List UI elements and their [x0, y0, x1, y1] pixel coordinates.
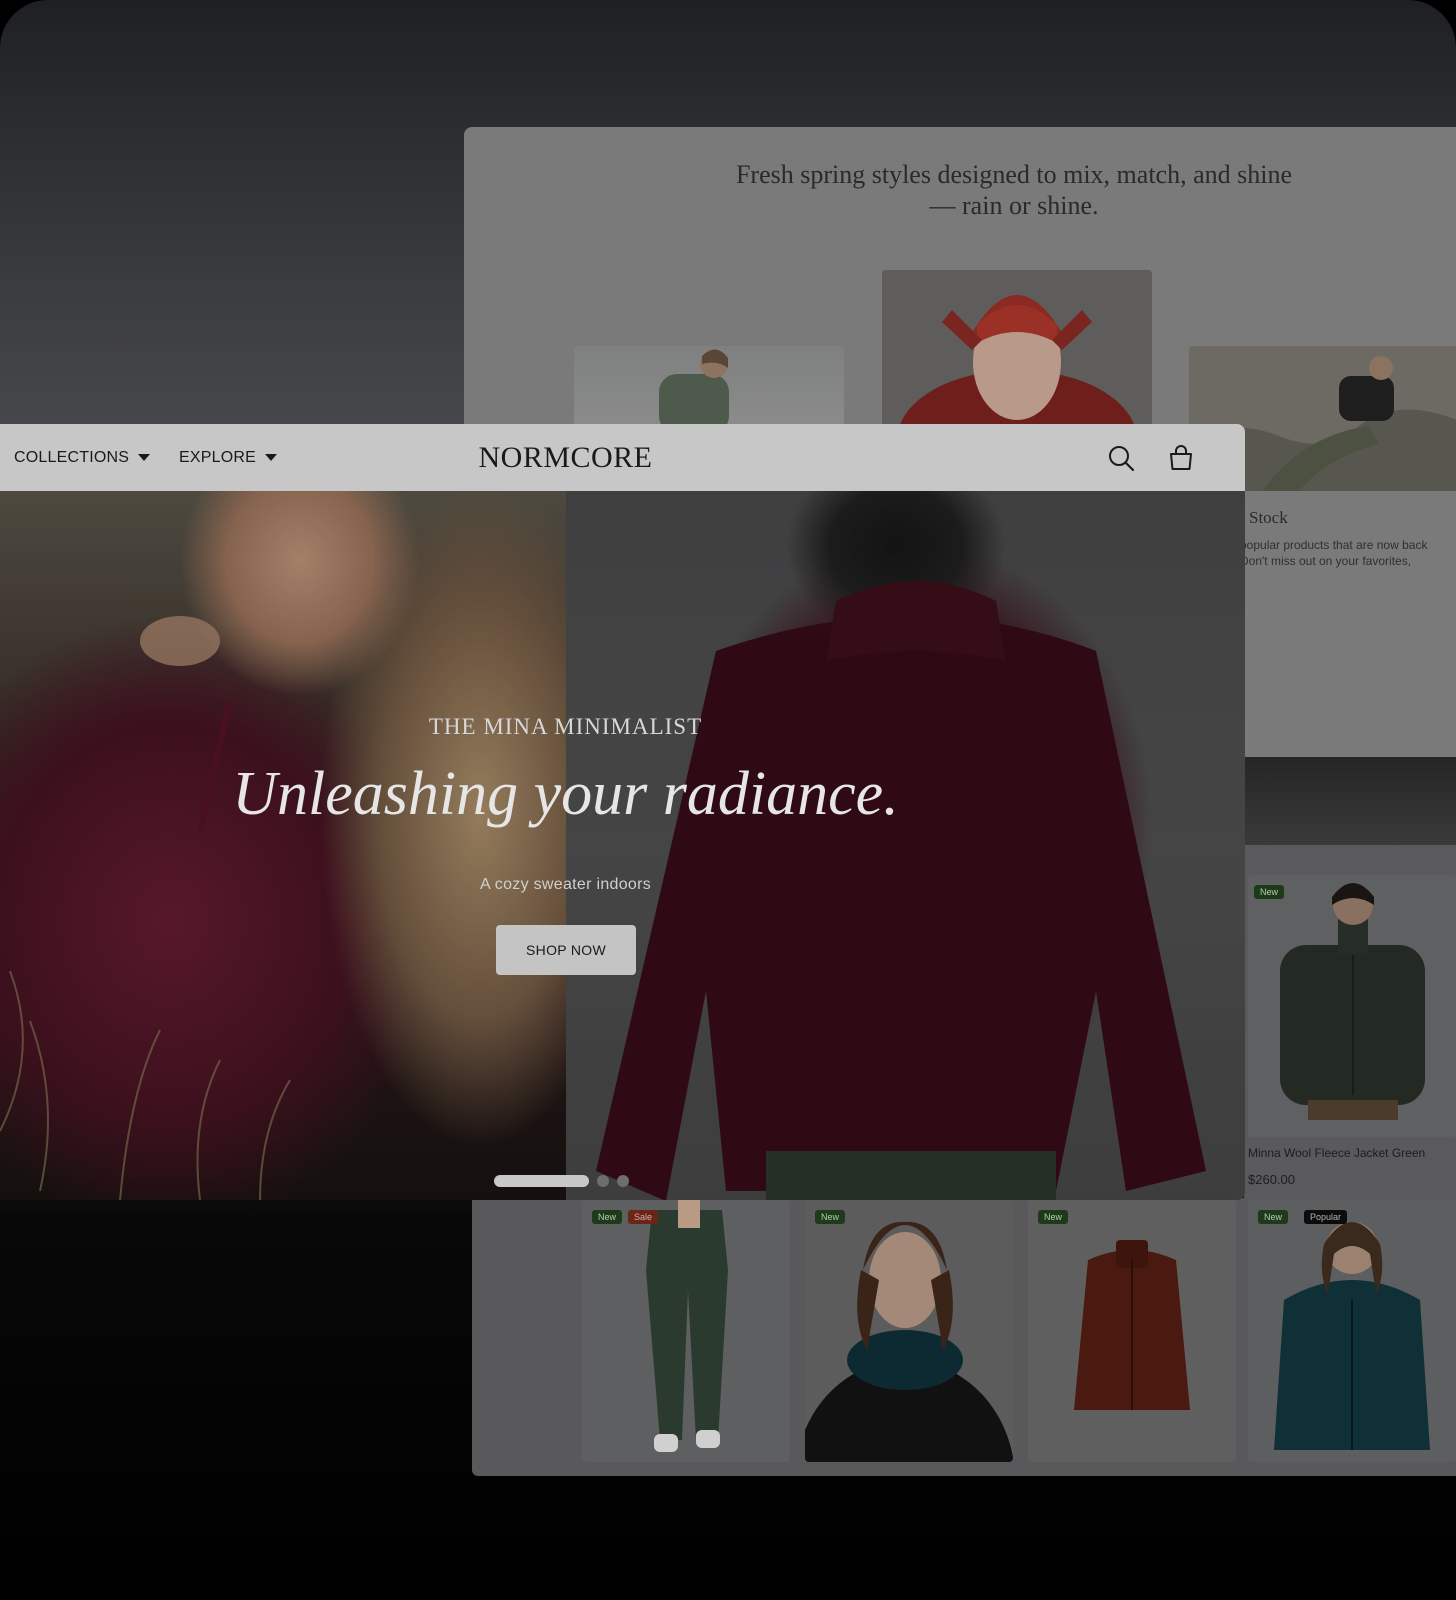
top-navigation: COLLECTIONS EXPLORE NORMCORE: [0, 424, 1245, 491]
shop-now-button[interactable]: SHOP NOW: [496, 925, 636, 975]
storefront-window: COLLECTIONS EXPLORE NORMCORE THE MINA MI…: [0, 424, 1245, 1200]
hero-title: Unleashing your radiance.: [232, 760, 899, 828]
product-price: $260.00: [1248, 1172, 1295, 1187]
sale-badge: Sale: [628, 1210, 659, 1224]
carousel-dot-active[interactable]: [494, 1175, 589, 1187]
background-dark-band: [1244, 757, 1456, 845]
collection-image-woman-green-shirt[interactable]: [574, 346, 844, 426]
product-card[interactable]: New: [1028, 1200, 1236, 1462]
screen-background: Fresh spring styles designed to mix, mat…: [0, 0, 1456, 1600]
tagline-line-2: — rain or shine.: [929, 191, 1099, 220]
new-badge: New: [1254, 885, 1285, 899]
hero-subtitle: A cozy sweater indoors: [479, 876, 652, 893]
popular-badge: Popular: [1304, 1210, 1348, 1224]
new-badge: New: [1258, 1210, 1289, 1224]
new-badge: New: [1038, 1210, 1069, 1224]
product-grid-right-column: New Minna Wool Fleece Jacket Green $260.…: [1244, 845, 1456, 1200]
brand-logo[interactable]: NORMCORE: [0, 424, 1131, 491]
product-card[interactable]: New: [1248, 875, 1456, 1137]
search-icon[interactable]: [1106, 443, 1136, 473]
carousel-dot[interactable]: [597, 1175, 609, 1187]
carousel-indicators: [494, 1175, 629, 1187]
hero-banner: THE MINA MINIMALIST Unleashing your radi…: [0, 491, 1245, 1200]
product-card[interactable]: New Sale: [582, 1200, 790, 1462]
back-in-stock-heading: Stock: [1249, 508, 1288, 527]
product-grid: New Sale New New New Popular: [472, 1198, 1456, 1476]
product-card[interactable]: New: [805, 1200, 1013, 1462]
shopping-bag-icon[interactable]: [1166, 443, 1196, 473]
hero-dim-overlay: [0, 491, 1245, 1200]
collection-image-red-beanie[interactable]: [882, 270, 1152, 426]
product-name[interactable]: Minna Wool Fleece Jacket Green: [1248, 1146, 1425, 1160]
spring-tagline: Fresh spring styles designed to mix, mat…: [464, 159, 1456, 221]
back-in-stock-description: popular products that are now back Don't…: [1240, 538, 1428, 584]
hero-eyebrow: THE MINA MINIMALIST: [428, 714, 703, 739]
carousel-dot[interactable]: [617, 1175, 629, 1187]
new-badge: New: [815, 1210, 846, 1224]
tagline-line-1: Fresh spring styles designed to mix, mat…: [735, 160, 1293, 189]
product-card[interactable]: New Popular: [1248, 1200, 1456, 1462]
new-badge: New: [592, 1210, 623, 1224]
